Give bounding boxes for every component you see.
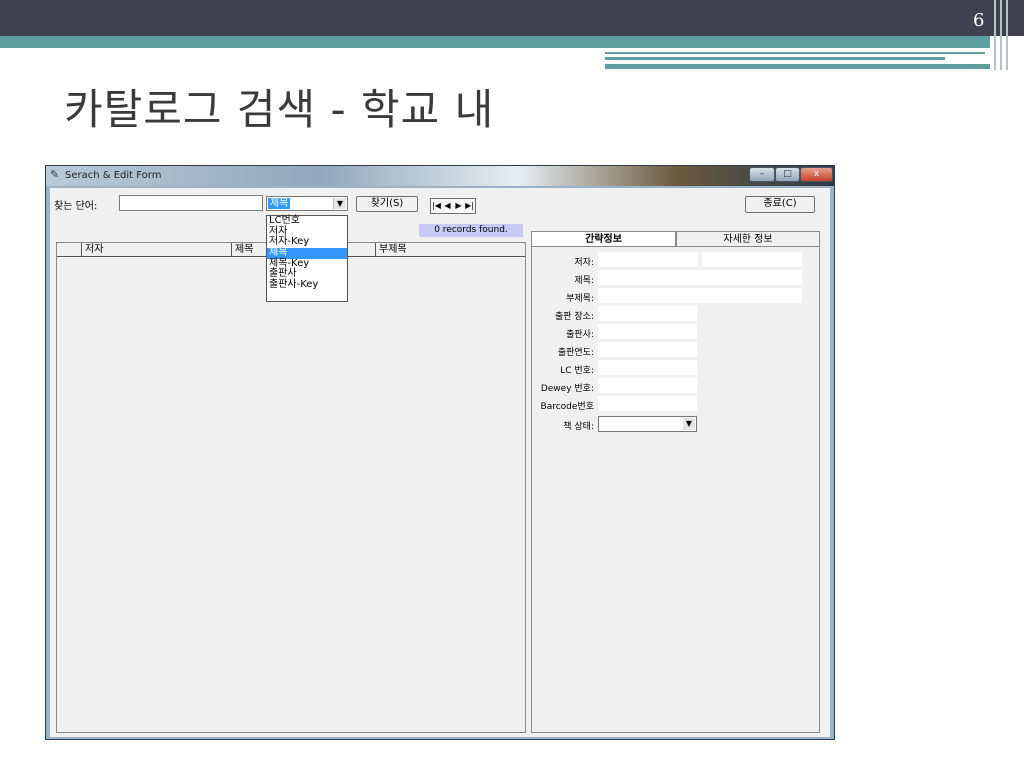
record-navigation: |◀ ◀ ▶ ▶| — [430, 198, 476, 214]
exit-button[interactable]: 종료(C) — [745, 196, 815, 213]
chevron-down-icon[interactable]: ▼ — [683, 418, 695, 430]
records-found-status: 0 records found. — [419, 224, 523, 237]
author-field-2[interactable] — [702, 252, 802, 267]
dewey-number-field[interactable] — [598, 378, 697, 393]
lc-number-label: LC 번호: — [560, 366, 594, 376]
slide-decor-line — [605, 52, 985, 54]
author-field[interactable] — [598, 252, 698, 267]
title-label: 제목: — [574, 276, 594, 286]
prev-record-icon[interactable]: ◀ — [442, 199, 453, 213]
slide-top-bar — [0, 0, 1024, 36]
barcode-number-field[interactable] — [598, 396, 697, 411]
slide-decor-stripe — [1006, 0, 1008, 70]
pub-place-field[interactable] — [598, 306, 697, 321]
close-window-button[interactable]: x — [800, 167, 833, 182]
minimize-button[interactable]: – — [749, 167, 775, 182]
window-title: Serach & Edit Form — [65, 170, 162, 181]
maximize-button[interactable]: □ — [775, 167, 800, 182]
brief-info-panel: 저자: 제목: 부제목: 출판 장소: 출판사: 출판연도: LC 번호: De… — [531, 246, 820, 733]
pub-year-field[interactable] — [598, 342, 697, 357]
lc-number-field[interactable] — [598, 360, 697, 375]
last-record-icon[interactable]: ▶| — [464, 199, 475, 213]
pub-year-label: 출판연도: — [557, 348, 594, 358]
dropdown-option[interactable]: 출판사-Key — [267, 279, 347, 291]
next-record-icon[interactable]: ▶ — [453, 199, 464, 213]
results-list[interactable]: 저자 제목 부제목 — [56, 242, 526, 733]
slide-decor-stripe — [1000, 0, 1002, 70]
book-status-select[interactable]: ▼ — [598, 416, 697, 432]
window-titlebar[interactable]: ✎ Serach & Edit Form – □ x — [46, 166, 834, 186]
publisher-field[interactable] — [598, 324, 697, 339]
search-field-dropdown-list[interactable]: LC번호 저자 저자-Key 제목 제목-Key 출판사 출판사-Key — [266, 215, 348, 302]
slide-title: 카탈로그 검색 - 학교 내 — [64, 85, 495, 134]
search-field-selected-value: 제목 — [268, 198, 291, 209]
slide-decor-stripe — [994, 0, 996, 70]
subtitle-field[interactable] — [598, 288, 802, 303]
slide-teal-band — [0, 36, 990, 48]
tab-detailed-info[interactable]: 자세한 정보 — [676, 231, 820, 247]
slide-decor-line — [605, 64, 990, 69]
tab-brief-info[interactable]: 간략정보 — [531, 231, 676, 247]
pub-place-label: 출판 장소: — [554, 312, 594, 322]
dewey-number-label: Dewey 번호: — [540, 384, 594, 394]
title-field[interactable] — [598, 270, 802, 285]
author-label: 저자: — [574, 258, 594, 268]
app-icon: ✎ — [50, 168, 60, 181]
search-word-label: 찾는 단어: — [54, 201, 98, 212]
column-header-subtitle[interactable]: 부제목 — [375, 243, 520, 256]
search-input[interactable] — [119, 195, 263, 211]
slide-page-number: 6 — [973, 10, 985, 31]
publisher-label: 출판사: — [566, 330, 594, 340]
chevron-down-icon[interactable]: ▼ — [333, 198, 346, 209]
barcode-number-label: Barcode번호 — [540, 402, 594, 412]
slide-decor-line — [605, 57, 945, 60]
first-record-icon[interactable]: |◀ — [431, 199, 442, 213]
book-status-label: 책 상태: — [563, 422, 594, 432]
search-edit-window: ✎ Serach & Edit Form – □ x 찾는 단어: 제목 ▼ 찾… — [45, 165, 835, 740]
window-client-area: 찾는 단어: 제목 ▼ 찾기(S) |◀ ◀ ▶ ▶| 종료(C) 0 reco… — [50, 188, 830, 737]
column-header-author[interactable]: 저자 — [81, 243, 231, 256]
find-button[interactable]: 찾기(S) — [356, 196, 418, 212]
subtitle-label: 부제목: — [566, 294, 594, 304]
search-field-select[interactable]: 제목 ▼ — [266, 196, 348, 211]
